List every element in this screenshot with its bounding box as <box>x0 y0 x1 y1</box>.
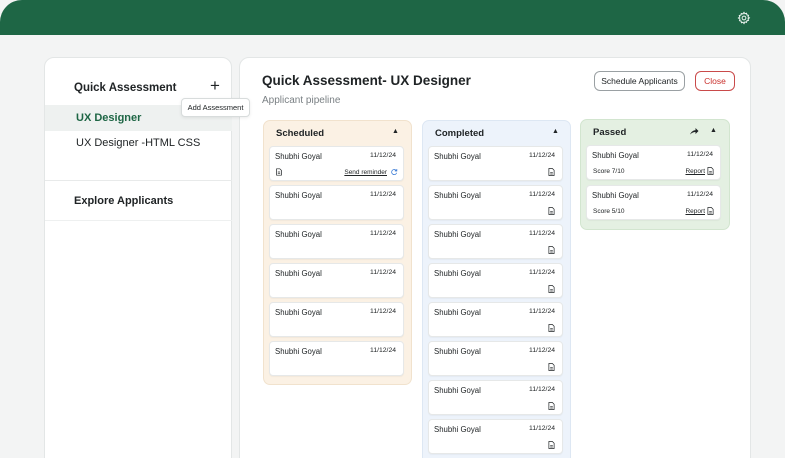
applicant-name: Shubhi Goyal <box>434 191 481 200</box>
applicant-date: 11/12/24 <box>529 425 555 432</box>
applicant-card[interactable]: Shubhi Goyal 11/12/24 Score 5/10 Report <box>586 185 721 220</box>
document-icon[interactable] <box>548 246 555 254</box>
applicant-score: Score 5/10 <box>593 208 625 215</box>
gear-icon[interactable] <box>737 11 751 25</box>
report-link[interactable]: Report <box>685 208 705 215</box>
applicant-name: Shubhi Goyal <box>275 308 322 317</box>
report-link[interactable]: Report <box>685 168 705 175</box>
column-title: Passed <box>593 127 627 138</box>
top-bar <box>0 0 785 35</box>
applicant-card[interactable]: Shubhi Goyal 11/12/24 <box>269 302 404 337</box>
sidebar-heading: Quick Assessment <box>74 82 177 94</box>
applicant-date: 11/12/24 <box>370 191 396 198</box>
applicant-date: 11/12/24 <box>529 230 555 237</box>
passed-column: Passed ▲ Shubhi Goyal 11/12/24 Score 7/1… <box>580 119 730 230</box>
app-frame: Quick Assessment + UX Designer UX Design… <box>0 0 785 458</box>
applicant-date: 11/12/24 <box>687 191 713 198</box>
applicant-name: Shubhi Goyal <box>434 425 481 434</box>
collapse-caret-icon[interactable]: ▲ <box>552 128 559 135</box>
applicant-name: Shubhi Goyal <box>275 191 322 200</box>
page-subtitle: Applicant pipeline <box>262 95 341 106</box>
collapse-caret-icon[interactable]: ▲ <box>710 127 717 134</box>
applicant-name: Shubhi Goyal <box>434 308 481 317</box>
document-icon[interactable] <box>548 207 555 215</box>
applicant-date: 11/12/24 <box>529 386 555 393</box>
add-assessment-tooltip: Add Assessment <box>181 98 250 117</box>
applicant-date: 11/12/24 <box>529 347 555 354</box>
applicant-card[interactable]: Shubhi Goyal 11/12/24 Send reminder <box>269 146 404 181</box>
add-assessment-button[interactable]: + <box>210 76 220 96</box>
applicant-card[interactable]: Shubhi Goyal 11/12/24 <box>269 263 404 298</box>
applicant-name: Shubhi Goyal <box>275 269 322 278</box>
applicant-card[interactable]: Shubhi Goyal 11/12/24 <box>428 302 563 337</box>
applicant-card[interactable]: Shubhi Goyal 11/12/24 Score 7/10 Report <box>586 145 721 180</box>
applicant-card[interactable]: Shubhi Goyal 11/12/24 <box>428 341 563 376</box>
applicant-card[interactable]: Shubhi Goyal 11/12/24 <box>428 419 563 454</box>
applicant-name: Shubhi Goyal <box>434 347 481 356</box>
applicant-name: Shubhi Goyal <box>592 191 639 200</box>
document-icon[interactable] <box>548 324 555 332</box>
document-icon[interactable] <box>548 168 555 176</box>
applicant-date: 11/12/24 <box>529 269 555 276</box>
applicant-card[interactable]: Shubhi Goyal 11/12/24 <box>269 341 404 376</box>
sidebar-divider <box>45 180 232 181</box>
document-icon[interactable] <box>548 363 555 371</box>
scheduled-column: Scheduled ▲ Shubhi Goyal 11/12/24 Send r… <box>263 120 412 385</box>
share-arrow-icon[interactable] <box>689 126 699 136</box>
applicant-name: Shubhi Goyal <box>275 230 322 239</box>
page-title: Quick Assessment- UX Designer <box>262 73 471 88</box>
send-reminder-link[interactable]: Send reminder <box>344 169 387 176</box>
applicant-date: 11/12/24 <box>370 152 396 159</box>
applicant-name: Shubhi Goyal <box>434 230 481 239</box>
document-icon[interactable] <box>548 285 555 293</box>
column-title: Scheduled <box>276 128 325 139</box>
applicant-card[interactable]: Shubhi Goyal 11/12/24 <box>428 185 563 220</box>
applicant-card[interactable]: Shubhi Goyal 11/12/24 <box>269 224 404 259</box>
refresh-icon[interactable] <box>390 168 398 176</box>
applicant-name: Shubhi Goyal <box>434 386 481 395</box>
applicant-name: Shubhi Goyal <box>434 152 481 161</box>
applicant-name: Shubhi Goyal <box>592 151 639 160</box>
applicant-date: 11/12/24 <box>687 151 713 158</box>
notes-icon[interactable] <box>275 168 283 176</box>
applicant-date: 11/12/24 <box>529 308 555 315</box>
completed-column: Completed ▲ Shubhi Goyal 11/12/24 Shubhi… <box>422 120 571 458</box>
document-icon[interactable] <box>707 207 714 215</box>
applicant-card[interactable]: Shubhi Goyal 11/12/24 <box>428 224 563 259</box>
sidebar-divider <box>45 220 232 221</box>
column-title: Completed <box>435 128 485 139</box>
collapse-caret-icon[interactable]: ▲ <box>392 128 399 135</box>
applicant-card[interactable]: Shubhi Goyal 11/12/24 <box>428 146 563 181</box>
sidebar-item-explore-applicants[interactable]: Explore Applicants <box>74 195 173 207</box>
applicant-date: 11/12/24 <box>370 308 396 315</box>
document-icon[interactable] <box>548 402 555 410</box>
sidebar: Quick Assessment + UX Designer UX Design… <box>44 57 232 458</box>
sidebar-item-ux-designer-html-css[interactable]: UX Designer -HTML CSS <box>45 130 232 156</box>
applicant-date: 11/12/24 <box>370 269 396 276</box>
applicant-date: 11/12/24 <box>529 152 555 159</box>
applicant-card[interactable]: Shubhi Goyal 11/12/24 <box>428 380 563 415</box>
applicant-date: 11/12/24 <box>370 347 396 354</box>
document-icon[interactable] <box>707 167 714 175</box>
applicant-card[interactable]: Shubhi Goyal 11/12/24 <box>428 263 563 298</box>
document-icon[interactable] <box>548 441 555 449</box>
schedule-applicants-button[interactable]: Schedule Applicants <box>594 71 685 91</box>
applicant-name: Shubhi Goyal <box>434 269 481 278</box>
applicant-name: Shubhi Goyal <box>275 152 322 161</box>
applicant-date: 11/12/24 <box>370 230 396 237</box>
applicant-score: Score 7/10 <box>593 168 625 175</box>
close-button[interactable]: Close <box>695 71 735 91</box>
main-panel: Quick Assessment- UX Designer Applicant … <box>239 57 751 458</box>
applicant-date: 11/12/24 <box>529 191 555 198</box>
applicant-name: Shubhi Goyal <box>275 347 322 356</box>
applicant-card[interactable]: Shubhi Goyal 11/12/24 <box>269 185 404 220</box>
